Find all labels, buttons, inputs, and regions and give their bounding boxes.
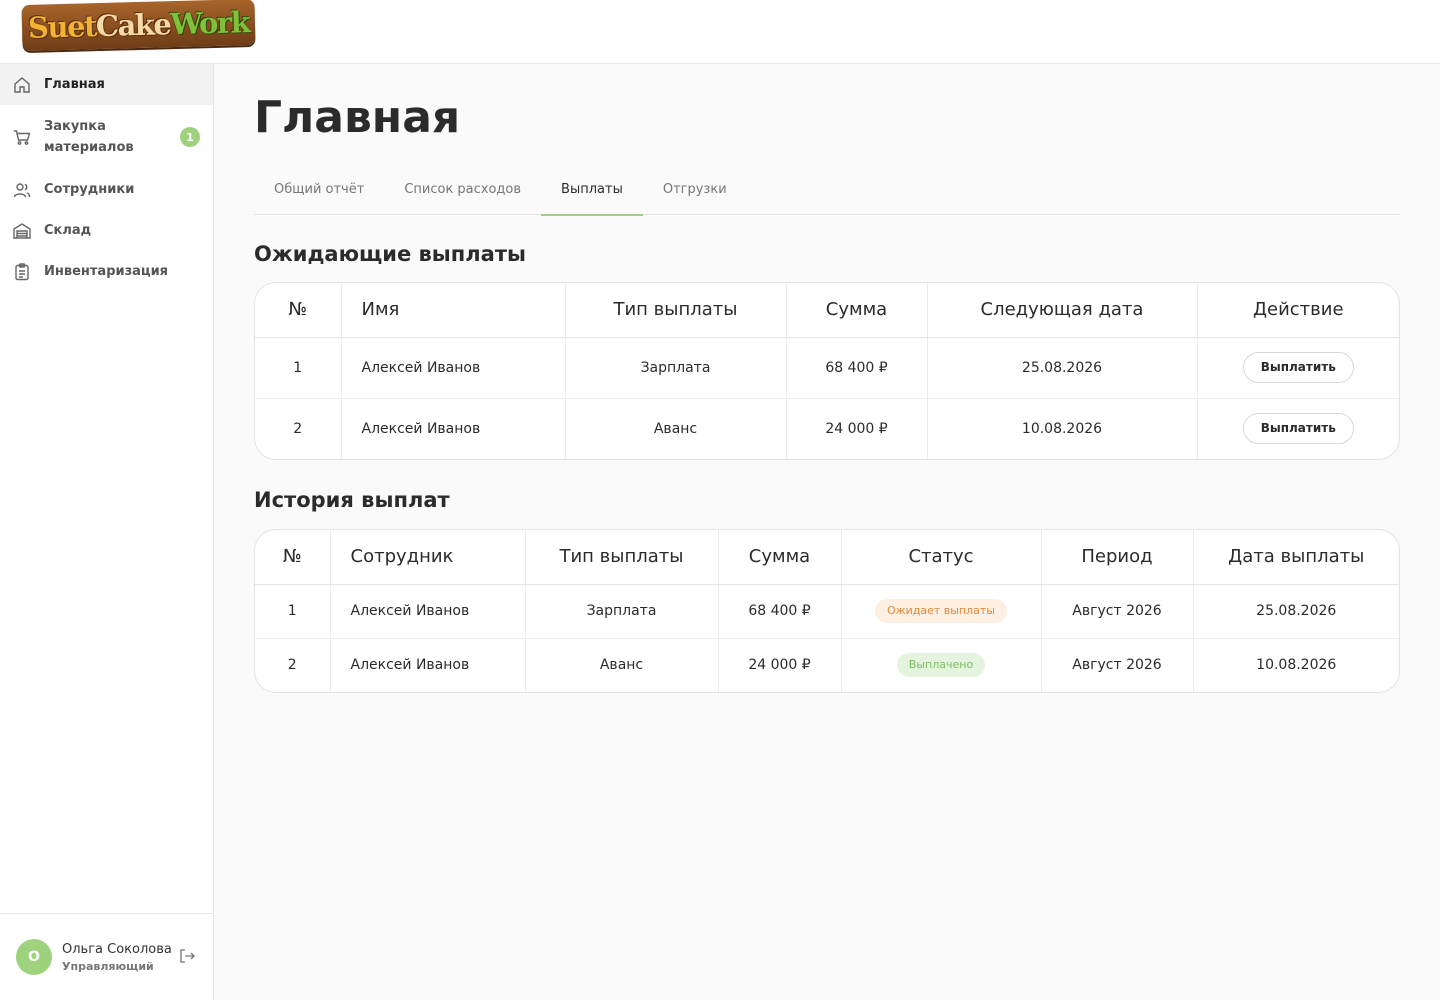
next-date: 10.08.2026 (927, 398, 1198, 459)
warehouse-icon (12, 221, 32, 241)
employee-name: Алексей Иванов (341, 398, 566, 459)
top-bar: Suet Cake Work (0, 0, 1440, 64)
tab-expenses-list[interactable]: Список расходов (384, 174, 541, 215)
users-icon (12, 180, 32, 200)
cart-icon (12, 127, 32, 147)
column-header: Тип выплаты (525, 530, 719, 585)
column-header: Сотрудник (330, 530, 526, 585)
pay-button[interactable]: Выплатить (1242, 413, 1354, 445)
tab-bar: Общий отчёт Список расходов Выплаты Отгр… (254, 174, 1400, 216)
notification-badge: 1 (180, 127, 200, 147)
user-role: Управляющий (62, 959, 154, 973)
payout-amount: 24 000 ₽ (718, 638, 842, 692)
row-number: 2 (255, 398, 342, 459)
avatar[interactable]: О (16, 939, 52, 975)
row-number: 2 (255, 638, 331, 692)
sidebar-item-purchases[interactable]: Закупка материалов 1 (0, 105, 213, 169)
page-title: Главная (254, 92, 461, 143)
payout-type: Зарплата (565, 337, 787, 399)
home-icon (12, 75, 32, 95)
main-content: Главная Общий отчёт Список расходов Выпл… (214, 64, 1440, 1000)
status-cell: Выплачено (841, 638, 1042, 692)
payout-date: 25.08.2026 (1193, 584, 1399, 639)
column-header: Дата выплаты (1193, 530, 1399, 585)
logo-text-suet: Suet (27, 9, 97, 45)
status-cell: Ожидает выплаты (841, 584, 1042, 639)
sidebar: Главная Закупка материалов 1 Сотрудники … (0, 64, 214, 1000)
sidebar-item-employees[interactable]: Сотрудники (0, 169, 213, 210)
pay-button[interactable]: Выплатить (1242, 352, 1354, 383)
payout-amount: 68 400 ₽ (718, 584, 842, 639)
table-header-row: № Имя Тип выплаты Сумма Следующая дата Д… (255, 283, 1399, 338)
payout-type: Аванс (565, 398, 787, 459)
table-row: 2 Алексей Иванов Аванс 24 000 ₽ Выплачен… (255, 638, 1399, 692)
table-header-row: № Сотрудник Тип выплаты Сумма Статус Пер… (255, 530, 1399, 585)
payout-type: Зарплата (525, 584, 719, 639)
column-header: Следующая дата (927, 283, 1198, 338)
pending-section-title: Ожидающие выплаты (254, 242, 526, 266)
pending-payouts-table: № Имя Тип выплаты Сумма Следующая дата Д… (254, 282, 1400, 460)
tab-shipments[interactable]: Отгрузки (643, 174, 747, 215)
payout-period: Август 2026 (1041, 638, 1194, 692)
column-header: Сумма (786, 283, 928, 338)
action-cell: Выплатить (1197, 337, 1399, 399)
user-profile: О Ольга Соколова Управляющий (0, 913, 213, 1000)
payout-amount: 24 000 ₽ (786, 398, 928, 459)
column-header: Тип выплаты (565, 283, 787, 338)
status-badge: Выплачено (896, 653, 986, 678)
sidebar-item-warehouse[interactable]: Склад (0, 210, 213, 251)
logo-text-cake: Cake (95, 7, 171, 44)
employee-name: Алексей Иванов (330, 584, 526, 639)
column-header: Статус (841, 530, 1042, 585)
user-name: Ольга Соколова (62, 941, 172, 957)
employee-name: Алексей Иванов (341, 337, 566, 399)
next-date: 25.08.2026 (927, 337, 1198, 399)
column-header: Сумма (718, 530, 842, 585)
status-badge: Ожидает выплаты (875, 599, 1007, 623)
row-number: 1 (255, 584, 331, 639)
sidebar-item-label: Инвентаризация (44, 264, 169, 279)
column-header: № (255, 283, 342, 338)
payout-type: Аванс (525, 638, 719, 692)
clipboard-icon (12, 262, 32, 282)
tab-general-report[interactable]: Общий отчёт (254, 174, 384, 215)
payout-period: Август 2026 (1041, 584, 1194, 639)
row-number: 1 (255, 337, 342, 399)
sidebar-item-label: Сотрудники (44, 182, 135, 197)
sidebar-item-label: Склад (44, 223, 92, 238)
table-row: 1 Алексей Иванов Зарплата 68 400 ₽ Ожида… (255, 584, 1399, 639)
brand-logo[interactable]: Suet Cake Work (21, 0, 256, 52)
sidebar-item-home[interactable]: Главная (0, 64, 213, 105)
payout-date: 10.08.2026 (1256, 657, 1337, 674)
logout-icon[interactable] (177, 946, 197, 966)
sidebar-item-label: Закупка материалов (44, 119, 134, 155)
action-cell: Выплатить (1197, 398, 1399, 459)
table-row: 2 Алексей Иванов Аванс 24 000 ₽ 10.08.20… (255, 398, 1399, 459)
tab-payouts[interactable]: Выплаты (541, 174, 643, 216)
sidebar-item-inventory[interactable]: Инвентаризация (0, 251, 213, 292)
table-row: 1 Алексей Иванов Зарплата 68 400 ₽ 25.08… (255, 337, 1399, 399)
column-header: Действие (1197, 283, 1399, 338)
sidebar-item-label: Главная (44, 77, 105, 92)
payout-history-table: № Сотрудник Тип выплаты Сумма Статус Пер… (254, 529, 1400, 693)
employee-name: Алексей Иванов (330, 638, 526, 692)
logo-text-work: Work (169, 5, 250, 42)
column-header: № (255, 530, 331, 585)
history-section-title: История выплат (254, 488, 450, 512)
column-header: Имя (341, 283, 566, 338)
payout-amount: 68 400 ₽ (786, 337, 928, 399)
column-header: Период (1041, 530, 1194, 585)
